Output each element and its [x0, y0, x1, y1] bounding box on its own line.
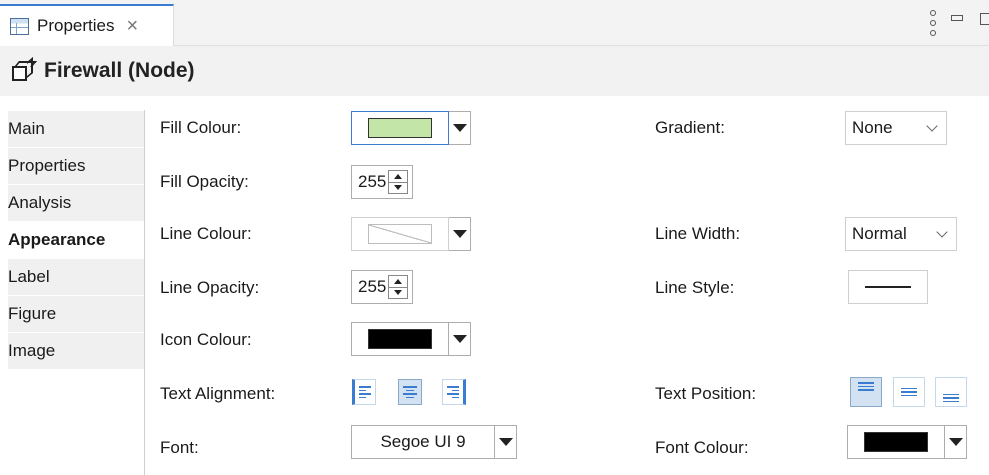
- fill-colour-swatch: [368, 118, 432, 138]
- gradient-value: None: [852, 118, 893, 137]
- font-colour-label: Font Colour:: [655, 438, 749, 457]
- section-tab-appearance[interactable]: Appearance: [8, 222, 144, 259]
- font-colour-button[interactable]: [847, 425, 945, 459]
- page-title: Firewall (Node): [44, 59, 195, 82]
- align-right-icon[interactable]: [442, 379, 466, 405]
- align-left-icon[interactable]: [352, 379, 376, 405]
- icon-colour-label: Icon Colour:: [160, 330, 252, 349]
- spin-down-icon[interactable]: [389, 183, 407, 194]
- no-colour-swatch: [368, 224, 432, 244]
- line-width-select[interactable]: Normal: [845, 217, 957, 251]
- properties-title-bar: Firewall (Node): [0, 46, 989, 96]
- font-button[interactable]: Segoe UI 9: [351, 425, 495, 459]
- icon-colour-button[interactable]: [351, 322, 449, 356]
- tab-properties[interactable]: Properties ×: [0, 4, 174, 46]
- font-label: Font:: [160, 438, 199, 457]
- section-tab-properties[interactable]: Properties: [8, 148, 144, 185]
- font-colour-swatch: [864, 432, 928, 452]
- text-position-top-icon[interactable]: [850, 377, 882, 407]
- section-tab-figure[interactable]: Figure: [8, 296, 144, 333]
- text-position-label: Text Position:: [655, 384, 757, 403]
- solid-line-icon: [865, 286, 911, 288]
- spin-up-icon[interactable]: [389, 276, 407, 288]
- align-center-icon[interactable]: [398, 379, 422, 405]
- line-width-label: Line Width:: [655, 224, 741, 243]
- icon-colour-dropdown[interactable]: [449, 322, 471, 356]
- text-alignment-label: Text Alignment:: [160, 384, 276, 403]
- fill-opacity-label: Fill Opacity:: [160, 172, 249, 191]
- line-opacity-value: 255: [358, 277, 387, 296]
- minimize-icon[interactable]: [951, 15, 963, 21]
- node-cube-icon: [12, 56, 38, 81]
- chevron-down-icon: [926, 120, 938, 132]
- icon-colour-swatch: [368, 329, 432, 349]
- spin-down-icon[interactable]: [389, 288, 407, 299]
- chevron-down-icon: [936, 226, 948, 238]
- fill-colour-label: Fill Colour:: [160, 118, 242, 137]
- line-width-value: Normal: [852, 224, 907, 243]
- maximize-icon[interactable]: [980, 13, 989, 25]
- section-tab-label[interactable]: Label: [8, 259, 144, 296]
- line-colour-dropdown[interactable]: [449, 217, 471, 251]
- spin-up-icon[interactable]: [389, 171, 407, 183]
- font-dropdown[interactable]: [495, 425, 517, 459]
- section-tab-image[interactable]: Image: [8, 333, 144, 370]
- gradient-label: Gradient:: [655, 118, 725, 137]
- fill-colour-dropdown[interactable]: [449, 111, 471, 145]
- fill-opacity-value: 255: [358, 172, 387, 191]
- section-tabs: Main Properties Analysis Appearance Labe…: [8, 110, 145, 475]
- view-menu-icon[interactable]: [928, 10, 938, 36]
- text-position-bottom-icon[interactable]: [935, 377, 967, 407]
- line-style-button[interactable]: [848, 270, 928, 304]
- close-icon[interactable]: ×: [126, 16, 138, 36]
- font-colour-dropdown[interactable]: [945, 425, 967, 459]
- line-opacity-spinner[interactable]: 255: [351, 270, 413, 304]
- view-tab-strip: Properties ×: [0, 0, 989, 46]
- font-value: Segoe UI 9: [380, 432, 466, 451]
- tab-label: Properties: [37, 16, 115, 35]
- fill-colour-button[interactable]: [351, 111, 449, 145]
- section-tab-main[interactable]: Main: [8, 111, 144, 148]
- section-tab-analysis[interactable]: Analysis: [8, 185, 144, 222]
- properties-table-icon: [10, 17, 29, 35]
- line-colour-button[interactable]: [351, 217, 449, 251]
- text-position-middle-icon[interactable]: [893, 377, 925, 407]
- line-opacity-label: Line Opacity:: [160, 278, 260, 297]
- line-colour-label: Line Colour:: [160, 224, 252, 243]
- line-style-label: Line Style:: [655, 278, 735, 297]
- gradient-select[interactable]: None: [845, 111, 947, 145]
- fill-opacity-spinner[interactable]: 255: [351, 165, 413, 199]
